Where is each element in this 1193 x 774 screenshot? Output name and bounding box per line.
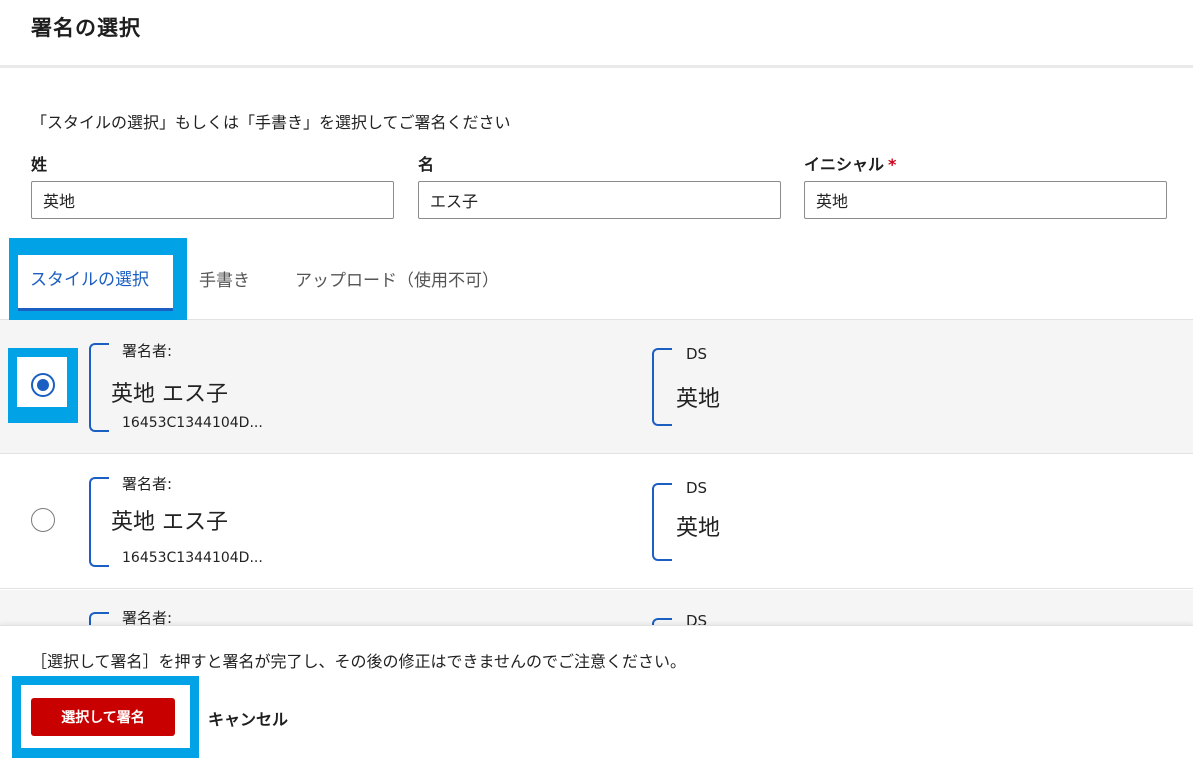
cancel-button[interactable]: キャンセル (208, 706, 288, 730)
signature-bracket (89, 612, 109, 625)
initials-tag: DS (686, 479, 708, 497)
first-name-field[interactable] (418, 181, 781, 219)
confirmation-notice: ［選択して署名］を押すと署名が完了し、その後の修正はできませんのでご注意ください… (31, 652, 687, 671)
tab-upload[interactable]: アップロード（使用不可） (295, 266, 499, 291)
signature-radio-1[interactable] (31, 373, 55, 397)
initials-bracket (652, 348, 672, 426)
initials-preview: 英地 (676, 387, 721, 412)
initials-field[interactable] (804, 181, 1167, 219)
signature-id: 16453C1344104D... (122, 550, 263, 566)
initials-preview: 英地 (676, 516, 721, 541)
signer-label: 署名者: (122, 342, 173, 360)
instruction-text: 「スタイルの選択」もしくは「手書き」を選択してご署名ください (31, 113, 511, 132)
signature-preview: 英地 エス子 (111, 510, 228, 535)
signer-label: 署名者: (122, 475, 173, 493)
dialog-title: 署名の選択 (31, 16, 141, 40)
last-name-field[interactable] (31, 181, 394, 219)
tab-select-style[interactable]: スタイルの選択 (18, 255, 173, 311)
initials-bracket (652, 618, 672, 625)
tab-handwriting[interactable]: 手書き (199, 266, 250, 291)
signature-tabs: スタイルの選択 手書き アップロード（使用不可） (0, 238, 1193, 320)
signature-radio-2[interactable] (31, 508, 55, 532)
signature-id: 16453C1344104D... (122, 415, 263, 431)
initials-bracket (652, 483, 672, 561)
signature-option-row[interactable]: 署名者: 英地 エス子 16453C1344104D... DS 英地 (0, 455, 1193, 589)
signer-label: 署名者: (122, 609, 173, 625)
initials-tag: DS (686, 612, 708, 625)
dialog-header: 署名の選択 (0, 0, 1193, 68)
last-name-label: 姓 (31, 155, 48, 174)
dialog-footer: ［選択して署名］を押すと署名が完了し、その後の修正はできませんのでご注意ください… (0, 625, 1193, 774)
signature-bracket (89, 477, 109, 567)
signature-preview: 英地 エス子 (111, 382, 228, 407)
signature-option-list: 署名者: 英地 エス子 16453C1344104D... DS 英地 署名者:… (0, 320, 1193, 625)
signature-bracket (89, 343, 109, 432)
initials-label: イニシャル * (804, 151, 896, 175)
select-and-sign-button[interactable]: 選択して署名 (31, 698, 175, 736)
first-name-label: 名 (418, 155, 435, 174)
required-mark: * (888, 155, 897, 174)
signature-option-row[interactable]: 署名者: DS (0, 590, 1193, 625)
initials-label-text: イニシャル (804, 155, 885, 174)
signature-option-row[interactable]: 署名者: 英地 エス子 16453C1344104D... DS 英地 (0, 320, 1193, 454)
initials-tag: DS (686, 345, 708, 363)
